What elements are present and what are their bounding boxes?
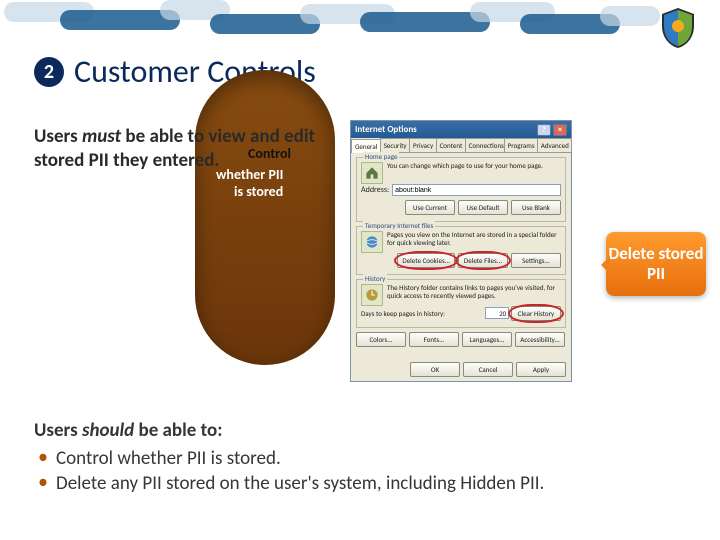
should-item-1: Control whether PII is stored.: [34, 446, 594, 472]
accessibility-button[interactable]: Accessibility...: [515, 332, 565, 347]
pill-overlap-line2: whether PII: [216, 166, 283, 183]
clear-history-button[interactable]: Clear History: [511, 306, 561, 321]
dialog-title-text: Internet Options: [355, 124, 417, 135]
history-days-label: Days to keep pages in history:: [361, 309, 445, 318]
tab-programs[interactable]: Programs: [504, 138, 538, 152]
window-help-button[interactable]: ?: [537, 124, 551, 136]
tif-settings-button[interactable]: Settings...: [511, 253, 561, 268]
delete-pii-callout: Delete stored PII: [606, 232, 706, 296]
use-current-button[interactable]: Use Current: [405, 200, 455, 215]
group-history: History The History folder contains link…: [356, 279, 566, 328]
languages-button[interactable]: Languages...: [462, 332, 512, 347]
should-lead: Users should be able to:: [34, 418, 594, 444]
group-temp-files: Temporary Internet files Pages you view …: [356, 226, 566, 275]
group-history-label: History: [363, 274, 387, 283]
homepage-desc: You can change which page to use for you…: [361, 162, 561, 170]
address-label: Address:: [361, 185, 389, 195]
history-desc: The History folder contains links to pag…: [361, 284, 561, 299]
decorative-topband: [0, 0, 720, 42]
ok-button[interactable]: OK: [410, 362, 460, 377]
section-number-badge: 2: [34, 57, 64, 87]
tab-general[interactable]: General: [351, 139, 381, 153]
use-default-button[interactable]: Use Default: [458, 200, 508, 215]
pill-overlap-line3: is stored: [234, 183, 283, 200]
cancel-button[interactable]: Cancel: [463, 362, 513, 377]
tab-content[interactable]: Content: [436, 138, 466, 152]
colors-button[interactable]: Colors...: [356, 332, 406, 347]
folder-globe-icon: [361, 231, 383, 253]
dialog-titlebar[interactable]: Internet Options ? ×: [351, 121, 571, 138]
group-homepage-label: Home page: [363, 152, 399, 161]
history-icon: [361, 284, 383, 306]
fonts-button[interactable]: Fonts...: [409, 332, 459, 347]
use-blank-button[interactable]: Use Blank: [511, 200, 561, 215]
apply-button[interactable]: Apply: [516, 362, 566, 377]
should-item-2: Delete any PII stored on the user's syst…: [34, 471, 594, 497]
background-pill: [195, 70, 335, 365]
dialog-tabs: General Security Privacy Content Connect…: [351, 138, 571, 153]
tab-advanced[interactable]: Advanced: [537, 138, 572, 152]
group-tif-label: Temporary Internet files: [363, 221, 435, 230]
window-close-button[interactable]: ×: [553, 124, 567, 136]
address-input[interactable]: [392, 184, 561, 196]
tab-privacy[interactable]: Privacy: [409, 138, 437, 152]
internet-options-dialog: Internet Options ? × General Security Pr…: [350, 120, 572, 382]
tif-desc: Pages you view on the Internet are store…: [361, 231, 561, 246]
home-icon: [361, 162, 383, 184]
shield-icon: [656, 6, 700, 50]
pill-overlap-line1: Control: [248, 145, 291, 162]
tab-connections[interactable]: Connections: [465, 138, 505, 152]
group-homepage: Home page You can change which page to u…: [356, 157, 566, 222]
must-statement: Users must be able to view and edit stor…: [34, 125, 344, 173]
delete-cookies-button[interactable]: Delete Cookies...: [397, 253, 455, 268]
should-list: Users should be able to: Control whether…: [34, 418, 594, 497]
tab-security[interactable]: Security: [380, 138, 410, 152]
delete-files-button[interactable]: Delete Files...: [458, 253, 508, 268]
history-days-value[interactable]: 20: [485, 307, 509, 319]
